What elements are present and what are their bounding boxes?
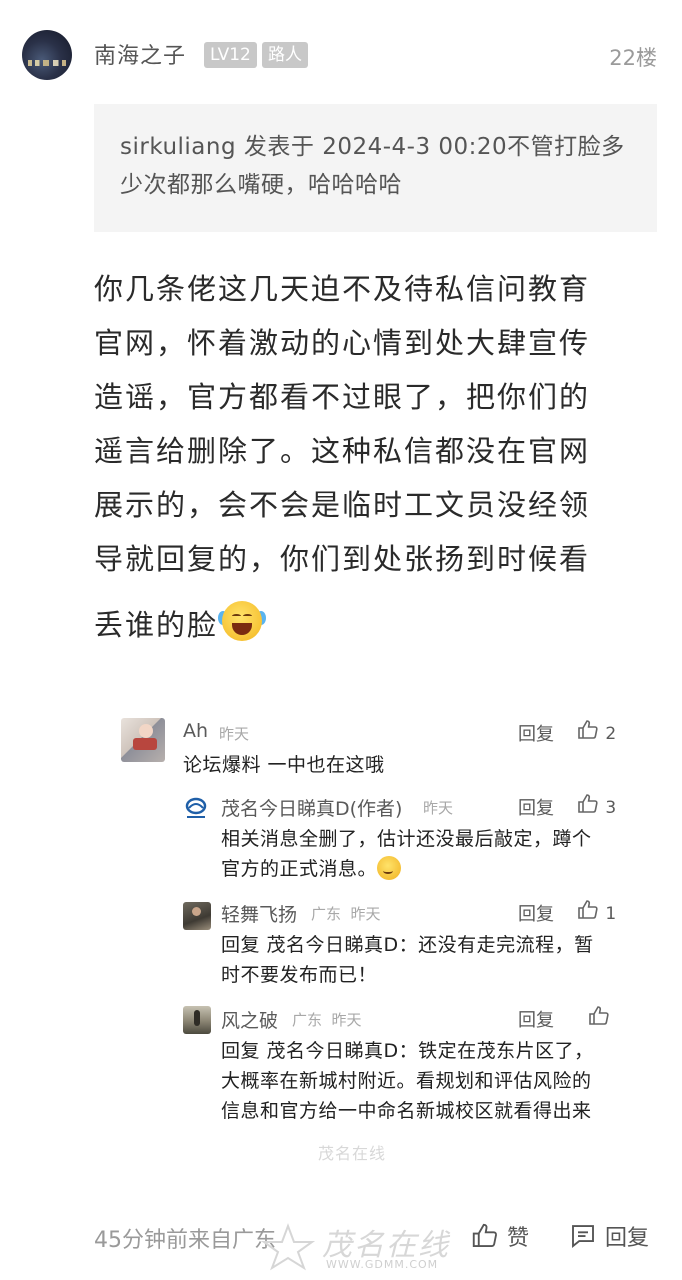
watermark-url: WWW.GDMM.COM	[326, 1258, 439, 1271]
like-button[interactable]	[587, 1004, 611, 1030]
laughing-crying-emoji-icon	[218, 599, 267, 643]
watermark-logo: 茂名在线 WWW.GDMM.COM	[252, 1212, 452, 1276]
reply-post-label: 回复	[605, 1226, 650, 1251]
like-count: 3	[605, 798, 617, 818]
comment-text-line: 大概率在新城村附近。看规划和评估风险的	[221, 1070, 592, 1092]
reply-button[interactable]: 回复	[518, 794, 554, 820]
commenter-avatar[interactable]	[183, 902, 211, 930]
reply-post-button[interactable]: 回复	[568, 1220, 649, 1252]
comment-text-line: 回复 茂名今日睇真D：还没有走完流程，暂	[221, 934, 594, 956]
reply-button[interactable]: 回复	[518, 720, 554, 746]
comment-location-time: 广东 昨天	[311, 905, 381, 923]
thumbs-up-icon	[472, 1223, 497, 1247]
floor-number: 22楼	[609, 46, 657, 70]
like-post-label: 赞	[507, 1226, 530, 1251]
commenter-avatar[interactable]	[183, 796, 209, 822]
post-body-line: 展示的，会不会是临时工文员没经领	[94, 488, 591, 522]
maoming-logo-icon	[185, 797, 207, 818]
commenter-name[interactable]: 风之破	[221, 1006, 278, 1033]
post-time-location: 45分钟前来自广东	[94, 1228, 276, 1253]
commenter-name[interactable]: 茂名今日睇真D(作者)	[221, 794, 402, 821]
post-body-line: 丢谁的脸	[94, 608, 219, 642]
comment-text-line: 信息和官方给一中命名新城校区就看得出来	[221, 1100, 592, 1122]
commenter-avatar[interactable]	[121, 718, 165, 762]
author-avatar[interactable]	[22, 30, 72, 80]
role-badge: 路人	[262, 42, 308, 68]
post-body-line: 造谣，官方都看不过眼了，把你们的	[94, 380, 591, 414]
comment-text: 回复 茂名今日睇真D：铁定在茂东片区了， 大概率在新城村附近。看规划和评估风险的…	[221, 1036, 594, 1126]
comment-time: 昨天	[219, 725, 250, 743]
commenter-name[interactable]: Ah	[183, 720, 208, 742]
post-body-line: 官网，怀着激动的心情到处大肆宣传	[94, 326, 591, 360]
post-body-line: 导就回复的，你们到处张扬到时候看	[94, 542, 591, 576]
comment-time: 昨天	[423, 799, 454, 817]
comment-text-line: 官方的正式消息。	[221, 858, 378, 880]
smirk-emoji-icon	[377, 856, 402, 880]
comment-text-line: 时不要发布而已！	[221, 964, 378, 986]
comment-text-line: 相关消息全删了，估计还没最后敲定，蹲个	[221, 828, 592, 850]
commenter-name[interactable]: 轻舞飞扬	[221, 900, 297, 927]
post-body: 你几条佬这几天迫不及待私信问教育 官网，怀着激动的心情到处大肆宣传 造谣，官方都…	[94, 262, 624, 652]
thumbs-up-icon	[578, 794, 598, 813]
comment-bubble-icon	[572, 1225, 594, 1248]
post-body-line: 你几条佬这几天迫不及待私信问教育	[94, 272, 591, 306]
thumbs-up-icon	[589, 1006, 609, 1025]
post-body-line: 遥言给删除了。这种私信都没在官网	[94, 434, 591, 468]
post-header: 南海之子 LV12 路人 22楼	[22, 30, 657, 80]
author-name[interactable]: 南海之子	[94, 38, 186, 70]
thumbs-up-icon	[578, 900, 598, 919]
like-button[interactable]: 3	[576, 792, 616, 818]
watermark-small: 茂名在线	[318, 1144, 387, 1163]
watermark-star-icon	[260, 1223, 316, 1271]
reply-button[interactable]: 回复	[518, 900, 554, 926]
like-post-button[interactable]: 赞	[470, 1220, 529, 1252]
like-count: 1	[605, 904, 617, 924]
comment-location-time: 广东 昨天	[292, 1011, 362, 1029]
commenter-avatar[interactable]	[183, 1006, 211, 1034]
like-button[interactable]: 1	[576, 898, 616, 924]
like-button[interactable]: 2	[576, 718, 616, 744]
comment-text-line: 回复 茂名今日睇真D：铁定在茂东片区了，	[221, 1040, 594, 1062]
comment-text: 回复 茂名今日睇真D：还没有走完流程，暂 时不要发布而已！	[221, 930, 594, 990]
quoted-post[interactable]: sirkuliang 发表于 2024-4-3 00:20不管打脸多少次都那么嘴…	[94, 104, 657, 232]
level-badge: LV12	[204, 42, 257, 68]
thumbs-up-icon	[578, 720, 598, 739]
comment-text: 论坛爆料 一中也在这哦	[183, 754, 385, 776]
comment-text: 相关消息全删了，估计还没最后敲定，蹲个 官方的正式消息。	[221, 824, 592, 884]
reply-button[interactable]: 回复	[518, 1006, 554, 1032]
like-count: 2	[605, 724, 617, 744]
